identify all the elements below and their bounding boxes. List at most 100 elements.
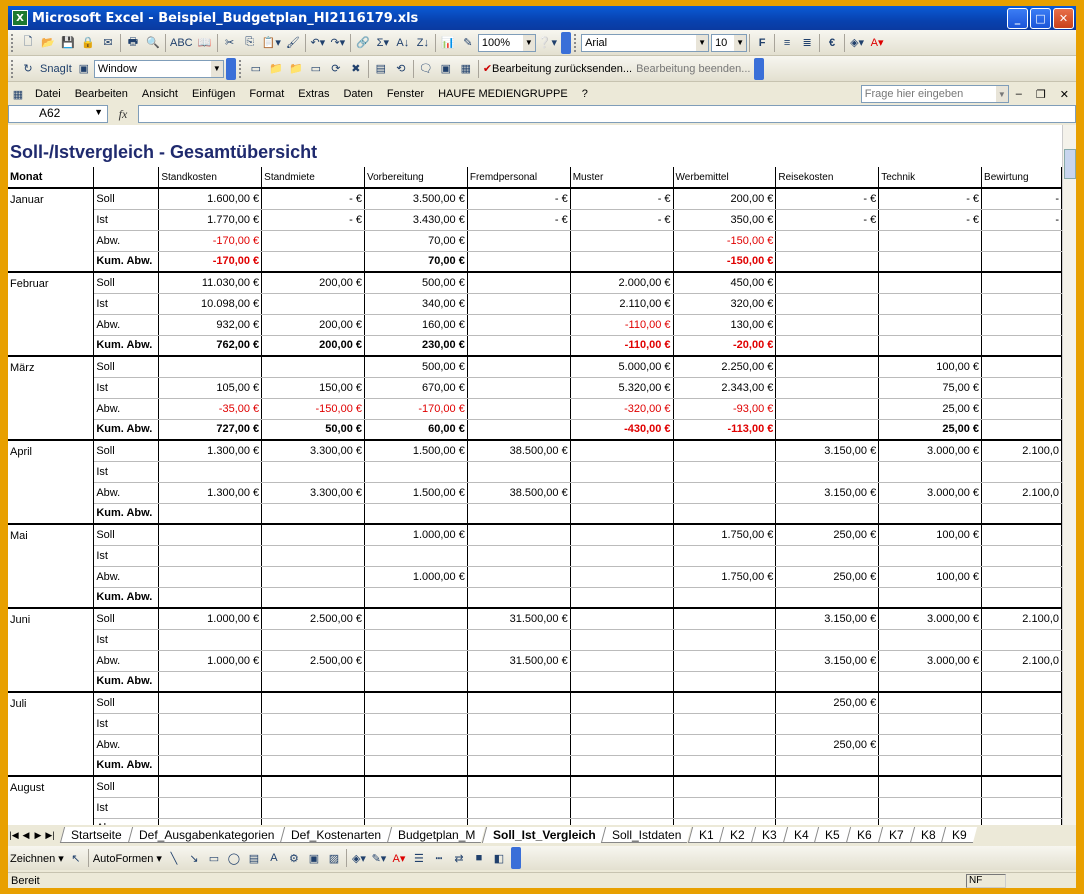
column-header[interactable]: Standmiete (261, 167, 365, 189)
sheet-tab[interactable]: Startseite (59, 827, 132, 843)
toolbar-options-icon[interactable] (225, 57, 236, 80)
wordart-icon[interactable]: A (264, 848, 284, 868)
table-cell[interactable]: Soll (93, 188, 160, 210)
table-cell[interactable]: 3.150,00 € (775, 608, 880, 630)
table-cell[interactable] (775, 398, 880, 420)
table-cell[interactable] (775, 818, 880, 825)
table-cell[interactable] (673, 713, 777, 735)
formula-input[interactable] (138, 105, 1076, 123)
table-cell[interactable] (467, 818, 571, 825)
last-sheet-icon[interactable]: ▶| (44, 830, 56, 841)
menu-datei[interactable]: Datei (28, 88, 68, 100)
table-cell[interactable] (775, 755, 880, 777)
table-cell[interactable]: Kum. Abw. (93, 503, 160, 525)
table-cell[interactable]: 450,00 € (673, 272, 777, 294)
end-review-button[interactable]: Bearbeitung beenden... (634, 59, 752, 79)
table-cell[interactable] (467, 356, 571, 378)
table-cell[interactable] (158, 461, 263, 483)
table-cell[interactable]: 2.500,00 € (261, 650, 365, 672)
table-cell[interactable]: 3.150,00 € (775, 482, 880, 504)
table-cell[interactable] (673, 734, 777, 756)
first-sheet-icon[interactable]: |◀ (8, 830, 20, 841)
table-cell[interactable] (981, 587, 1062, 609)
table-cell[interactable] (673, 545, 777, 567)
column-header[interactable] (93, 167, 160, 189)
table-cell[interactable] (775, 671, 880, 693)
snagit-label[interactable]: SnagIt (38, 59, 74, 79)
table-cell[interactable]: Abw. (93, 818, 160, 825)
table-cell[interactable]: 2.100,0 (981, 482, 1062, 504)
table-cell[interactable]: -35,00 € (158, 398, 263, 420)
table-cell[interactable] (364, 818, 468, 825)
shadow-icon[interactable]: ■ (469, 848, 489, 868)
line-icon[interactable]: ╲ (164, 848, 184, 868)
table-cell[interactable]: 3.000,00 € (878, 440, 983, 462)
sheet-tab[interactable]: Soll_Ist_Vergleich (481, 827, 606, 843)
table-cell[interactable] (467, 671, 571, 693)
fx-icon[interactable]: fx (108, 107, 138, 122)
table-cell[interactable] (570, 692, 674, 714)
picture-icon[interactable]: ▨ (324, 848, 344, 868)
toolbar-options-icon[interactable] (561, 31, 572, 54)
table-cell[interactable]: -430,00 € (570, 419, 674, 441)
table-cell[interactable] (364, 755, 468, 777)
font-combo[interactable]: Arial ▼ (581, 33, 710, 52)
table-cell[interactable]: 250,00 € (775, 734, 880, 756)
table-cell[interactable] (775, 335, 880, 357)
table-cell[interactable] (775, 293, 880, 315)
table-cell[interactable] (673, 818, 777, 825)
review-icon-3[interactable]: 📁 (286, 59, 306, 79)
table-cell[interactable] (570, 608, 674, 630)
table-cell[interactable] (981, 545, 1062, 567)
table-cell[interactable] (981, 377, 1062, 399)
table-cell[interactable] (570, 251, 674, 273)
table-cell[interactable]: 1.500,00 € (364, 440, 468, 462)
menu-haufe[interactable]: HAUFE MEDIENGRUPPE (431, 88, 575, 100)
sheet-tab[interactable]: K4 (782, 827, 819, 843)
vertical-scrollbar[interactable] (1062, 125, 1076, 825)
table-cell[interactable]: - (981, 188, 1062, 210)
table-cell[interactable] (981, 398, 1062, 420)
sheet-tab[interactable]: Budgetplan_M (387, 827, 486, 843)
table-cell[interactable]: -20,00 € (673, 335, 777, 357)
table-cell[interactable] (981, 461, 1062, 483)
table-cell[interactable]: 2.110,00 € (570, 293, 674, 315)
table-cell[interactable] (673, 692, 777, 714)
table-cell[interactable] (673, 587, 777, 609)
table-cell[interactable] (261, 293, 365, 315)
table-cell[interactable] (878, 293, 983, 315)
toolbar-options-icon[interactable] (754, 57, 765, 80)
table-cell[interactable]: - € (467, 188, 571, 210)
print-preview-icon[interactable]: 🔍 (143, 33, 163, 53)
table-cell[interactable]: 670,00 € (364, 377, 468, 399)
table-cell[interactable]: 932,00 € (158, 314, 263, 336)
table-cell[interactable] (981, 251, 1062, 273)
hyperlink-icon[interactable]: 🔗 (353, 33, 373, 53)
fill-color-icon[interactable]: ◈▾ (847, 33, 867, 53)
table-cell[interactable] (673, 461, 777, 483)
email-icon[interactable]: ✉ (98, 33, 118, 53)
table-cell[interactable] (878, 272, 983, 294)
table-cell[interactable]: 250,00 € (775, 524, 880, 546)
sheet-tab[interactable]: K2 (719, 827, 756, 843)
show-comments-icon[interactable]: ▣ (436, 59, 456, 79)
table-cell[interactable] (673, 797, 777, 819)
table-cell[interactable]: 38.500,00 € (467, 482, 571, 504)
table-cell[interactable]: Ist (93, 545, 160, 567)
table-cell[interactable]: 200,00 € (261, 335, 365, 357)
table-cell[interactable]: 3.500,00 € (364, 188, 468, 210)
month-cell[interactable]: Januar (8, 188, 95, 273)
table-cell[interactable]: 1.000,00 € (364, 566, 468, 588)
table-cell[interactable]: -170,00 € (158, 251, 263, 273)
table-cell[interactable] (261, 524, 365, 546)
table-cell[interactable]: 38.500,00 € (467, 440, 571, 462)
table-cell[interactable] (467, 755, 571, 777)
column-header[interactable]: Werbemittel (673, 167, 777, 189)
table-cell[interactable]: 340,00 € (364, 293, 468, 315)
next-sheet-icon[interactable]: ▶ (32, 830, 44, 841)
table-cell[interactable]: 105,00 € (158, 377, 263, 399)
table-cell[interactable] (467, 230, 571, 252)
table-cell[interactable] (158, 356, 263, 378)
table-cell[interactable] (981, 293, 1062, 315)
table-cell[interactable] (981, 671, 1062, 693)
